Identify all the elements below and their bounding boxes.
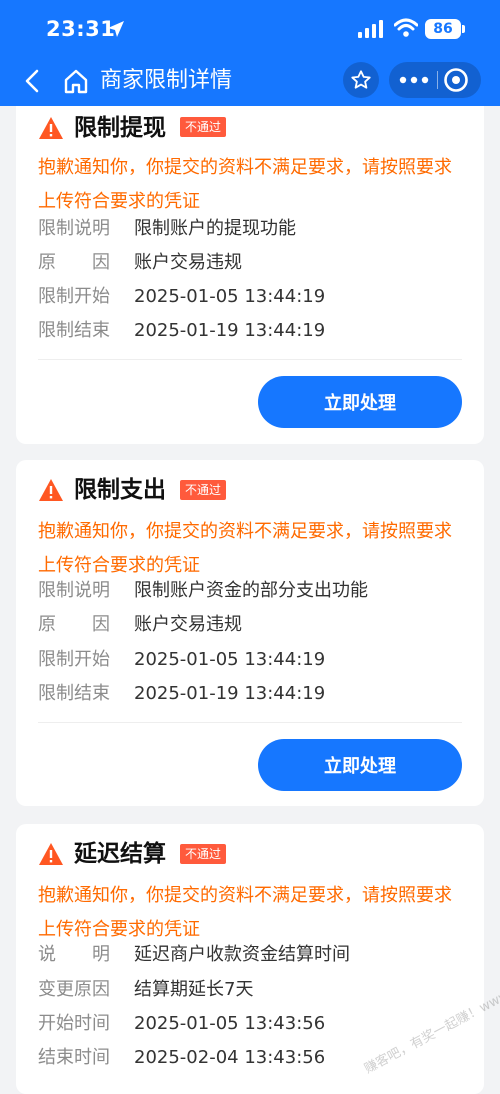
page-title: 商家限制详情 xyxy=(100,68,233,93)
restriction-card-withdraw: 限制提现 不通过 抱歉通知你，你提交的资料不满足要求，请按照要求上传符合要求的凭… xyxy=(16,96,484,444)
more-button[interactable] xyxy=(392,63,436,97)
info-row: 说 明延迟商户收款资金结算时间 xyxy=(38,944,350,965)
battery-level: 86 xyxy=(433,21,453,37)
info-row: 限制结束 2025-01-19 13:44:19 xyxy=(38,320,326,341)
card-title: 限制支出 xyxy=(74,477,166,503)
notice-text: 抱歉通知你，你提交的资料不满足要求，请按照要求上传符合要求的凭证 xyxy=(38,157,452,212)
battery-tip xyxy=(462,25,465,33)
cellular-signal-icon xyxy=(358,20,383,38)
location-arrow-icon xyxy=(108,21,124,37)
restriction-card-settlement: 延迟结算 不通过 抱歉通知你，你提交的资料不满足要求，请按照要求上传符合要求的凭… xyxy=(16,824,484,1094)
favorite-button[interactable] xyxy=(343,62,379,98)
info-row: 结束时间 2025-02-04 13:43:56 xyxy=(38,1047,326,1068)
handle-now-button[interactable]: 立即处理 xyxy=(258,739,462,791)
status-bar: 23:31 86 xyxy=(0,0,500,58)
warning-icon xyxy=(39,479,63,501)
status-badge: 不通过 xyxy=(180,117,227,137)
top-bar: 23:31 86 商家限制详情 xyxy=(0,0,500,106)
home-icon[interactable] xyxy=(62,66,90,96)
capsule-divider xyxy=(437,71,438,89)
notice-text: 抱歉通知你，你提交的资料不满足要求，请按照要求上传符合要求的凭证 xyxy=(38,521,452,576)
handle-now-button[interactable]: 立即处理 xyxy=(258,376,462,428)
info-row: 开始时间 2025-01-05 13:43:56 xyxy=(38,1013,326,1034)
more-dots-icon xyxy=(399,76,429,84)
nav-bar: 商家限制详情 xyxy=(0,58,500,106)
notice-text: 抱歉通知你，你提交的资料不满足要求，请按照要求上传符合要求的凭证 xyxy=(38,885,452,940)
info-row: 限制说明 限制账户的提现功能 xyxy=(38,218,296,239)
close-circle-icon[interactable] xyxy=(442,66,470,94)
status-badge: 不通过 xyxy=(180,480,227,500)
info-row: 限制开始 2025-01-05 13:44:19 xyxy=(38,649,326,670)
card-title: 延迟结算 xyxy=(74,841,166,867)
restriction-card-payment: 限制支出 不通过 抱歉通知你，你提交的资料不满足要求，请按照要求上传符合要求的凭… xyxy=(16,460,484,806)
info-row: 原 因账户交易违规 xyxy=(38,252,242,273)
info-row: 原 因账户交易违规 xyxy=(38,614,242,635)
warning-icon xyxy=(39,843,63,865)
card-title: 限制提现 xyxy=(74,115,166,141)
status-time: 23:31 xyxy=(46,17,116,41)
status-badge: 不通过 xyxy=(180,844,227,864)
divider xyxy=(38,359,462,360)
info-row: 限制开始 2025-01-05 13:44:19 xyxy=(38,286,326,307)
warning-icon xyxy=(39,117,63,139)
star-icon xyxy=(351,70,371,89)
info-row: 限制结束 2025-01-19 13:44:19 xyxy=(38,683,326,704)
info-row: 限制说明 限制账户资金的部分支出功能 xyxy=(38,580,368,601)
divider xyxy=(38,722,462,723)
battery-icon: 86 xyxy=(425,19,461,39)
wifi-icon xyxy=(394,18,418,37)
info-row: 变更原因 结算期延长7天 xyxy=(38,979,254,1000)
back-arrow-icon[interactable] xyxy=(18,66,48,96)
